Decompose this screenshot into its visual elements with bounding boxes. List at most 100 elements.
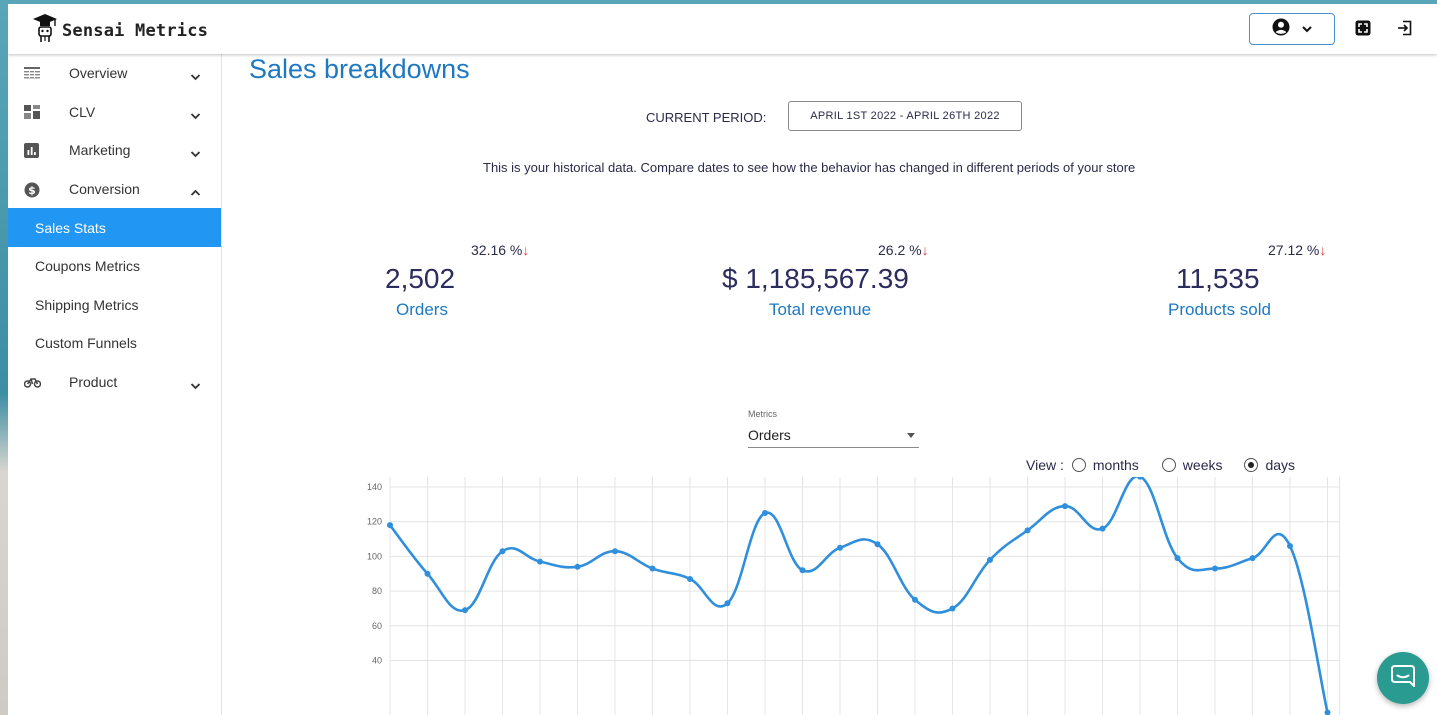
sidebar-item-overview[interactable]: Overview bbox=[8, 54, 221, 93]
change-value: 27.12 % bbox=[1268, 242, 1320, 258]
products-label: Products sold bbox=[1168, 300, 1271, 319]
radio-days[interactable] bbox=[1244, 458, 1259, 472]
data-point bbox=[1324, 709, 1331, 715]
table-icon bbox=[24, 66, 40, 82]
sidebar-item-coupons-metrics[interactable]: Coupons Metrics bbox=[8, 247, 221, 286]
view-option-months[interactable]: months bbox=[1071, 457, 1139, 473]
data-point bbox=[1062, 503, 1068, 510]
sidebar-item-marketing[interactable]: Marketing bbox=[8, 131, 221, 170]
sidebar-item-label: Sales Stats bbox=[35, 219, 106, 236]
sidebar-item-label: CLV bbox=[69, 103, 96, 120]
chevron-down-icon bbox=[190, 68, 201, 84]
graduate-robot-icon bbox=[32, 12, 58, 49]
orders-series-line bbox=[388, 477, 1329, 713]
arrow-down-icon: ↓ bbox=[921, 242, 929, 258]
chevron-down-icon bbox=[190, 377, 201, 393]
sidebar-item-conversion[interactable]: $ Conversion bbox=[8, 170, 221, 209]
chevron-down-icon bbox=[1302, 20, 1312, 38]
metrics-select-value: Orders bbox=[748, 427, 791, 443]
historical-data-description: This is your historical data. Compare da… bbox=[483, 160, 1136, 175]
sidebar-item-product[interactable]: Product bbox=[8, 363, 221, 402]
sidebar: Overview CLV Marketing $ Conversion Sale… bbox=[8, 54, 222, 715]
sidebar-item-sales-stats[interactable]: Sales Stats bbox=[8, 208, 221, 247]
app-logo[interactable]: Sensai Metrics bbox=[32, 12, 208, 49]
app-window: Sensai Metrics Overview CLV Marketing $ … bbox=[8, 4, 1437, 715]
data-point bbox=[799, 567, 806, 574]
revenue-change: 26.2 %↓ bbox=[878, 242, 929, 258]
radio-weeks[interactable] bbox=[1161, 458, 1176, 472]
change-value: 32.16 % bbox=[471, 242, 523, 258]
revenue-value: $ 1,185,567.39 bbox=[722, 263, 909, 294]
data-point bbox=[874, 541, 881, 548]
view-option-weeks[interactable]: weeks bbox=[1161, 457, 1223, 473]
dashboard-icon bbox=[24, 104, 40, 121]
view-option-label: weeks bbox=[1182, 457, 1223, 473]
y-tick-label: 120 bbox=[367, 517, 382, 527]
user-circle-icon bbox=[1272, 18, 1290, 41]
sidebar-item-label: Conversion bbox=[69, 181, 140, 198]
sidebar-item-label: Overview bbox=[69, 65, 128, 82]
orders-change: 32.16 %↓ bbox=[471, 242, 529, 258]
products-change: 27.12 %↓ bbox=[1268, 242, 1326, 258]
metrics-select[interactable]: Orders bbox=[748, 425, 919, 448]
app-name: Sensai Metrics bbox=[62, 20, 209, 41]
y-tick-label: 80 bbox=[372, 586, 382, 596]
top-bar: Sensai Metrics bbox=[8, 4, 1437, 54]
data-point bbox=[462, 607, 468, 614]
sidebar-item-clv[interactable]: CLV bbox=[8, 93, 221, 132]
data-point bbox=[424, 570, 431, 577]
radio-months[interactable] bbox=[1071, 458, 1086, 472]
bicycle-icon bbox=[23, 375, 42, 391]
data-point bbox=[1249, 555, 1256, 562]
revenue-label: Total revenue bbox=[769, 300, 872, 319]
sidebar-item-label: Shipping Metrics bbox=[35, 296, 139, 313]
sidebar-item-label: Custom Funnels bbox=[35, 335, 137, 352]
view-toggle: View : months weeks days bbox=[1026, 457, 1295, 473]
view-option-days[interactable]: days bbox=[1244, 457, 1295, 473]
data-point bbox=[1287, 542, 1293, 549]
dollar-icon: $ bbox=[24, 182, 40, 198]
sidebar-item-label: Marketing bbox=[69, 142, 131, 159]
data-point bbox=[574, 563, 581, 570]
arrow-down-icon: ↓ bbox=[522, 242, 530, 258]
view-option-label: days bbox=[1265, 457, 1296, 473]
data-point bbox=[1212, 565, 1218, 572]
data-point bbox=[499, 548, 506, 555]
data-point bbox=[387, 522, 393, 529]
metrics-select-label: Metrics bbox=[748, 409, 777, 419]
data-point bbox=[1099, 525, 1106, 532]
data-point bbox=[687, 575, 693, 582]
orders-value: 2,502 bbox=[385, 263, 456, 294]
y-tick-label: 40 bbox=[372, 656, 382, 666]
data-point bbox=[762, 510, 768, 517]
chat-support-button[interactable] bbox=[1377, 652, 1429, 704]
y-tick-label: 60 bbox=[372, 621, 382, 631]
products-value: 11,535 bbox=[1176, 263, 1260, 294]
data-point bbox=[987, 556, 993, 563]
data-point bbox=[724, 600, 731, 607]
logout-icon[interactable] bbox=[1397, 20, 1413, 41]
sidebar-item-label: Product bbox=[69, 374, 118, 391]
chevron-up-icon bbox=[190, 184, 201, 200]
data-point bbox=[837, 544, 843, 551]
y-tick-label: 100 bbox=[367, 551, 382, 561]
account-menu-button[interactable] bbox=[1249, 13, 1335, 45]
bar-chart-icon bbox=[24, 143, 40, 159]
data-point bbox=[949, 605, 956, 612]
date-range-button[interactable]: APRIL 1ST 2022 - APRIL 26TH 2022 bbox=[788, 101, 1022, 131]
orders-line-chart: 406080100120140160 bbox=[367, 477, 1340, 715]
orders-label: Orders bbox=[396, 300, 448, 319]
y-tick-label: 140 bbox=[367, 482, 382, 492]
sidebar-item-shipping-metrics[interactable]: Shipping Metrics bbox=[8, 286, 221, 325]
data-point bbox=[1174, 555, 1181, 562]
page-title: Sales breakdowns bbox=[249, 54, 470, 84]
fullscreen-icon[interactable] bbox=[1355, 20, 1371, 41]
current-period-label: CURRENT PERIOD: bbox=[646, 110, 767, 125]
sidebar-item-label: Coupons Metrics bbox=[35, 258, 141, 275]
data-point bbox=[912, 596, 918, 603]
view-label: View : bbox=[1026, 457, 1064, 473]
data-point bbox=[612, 548, 618, 555]
data-point bbox=[537, 558, 543, 565]
sidebar-item-custom-funnels[interactable]: Custom Funnels bbox=[8, 324, 221, 363]
caret-down-icon bbox=[907, 433, 915, 438]
